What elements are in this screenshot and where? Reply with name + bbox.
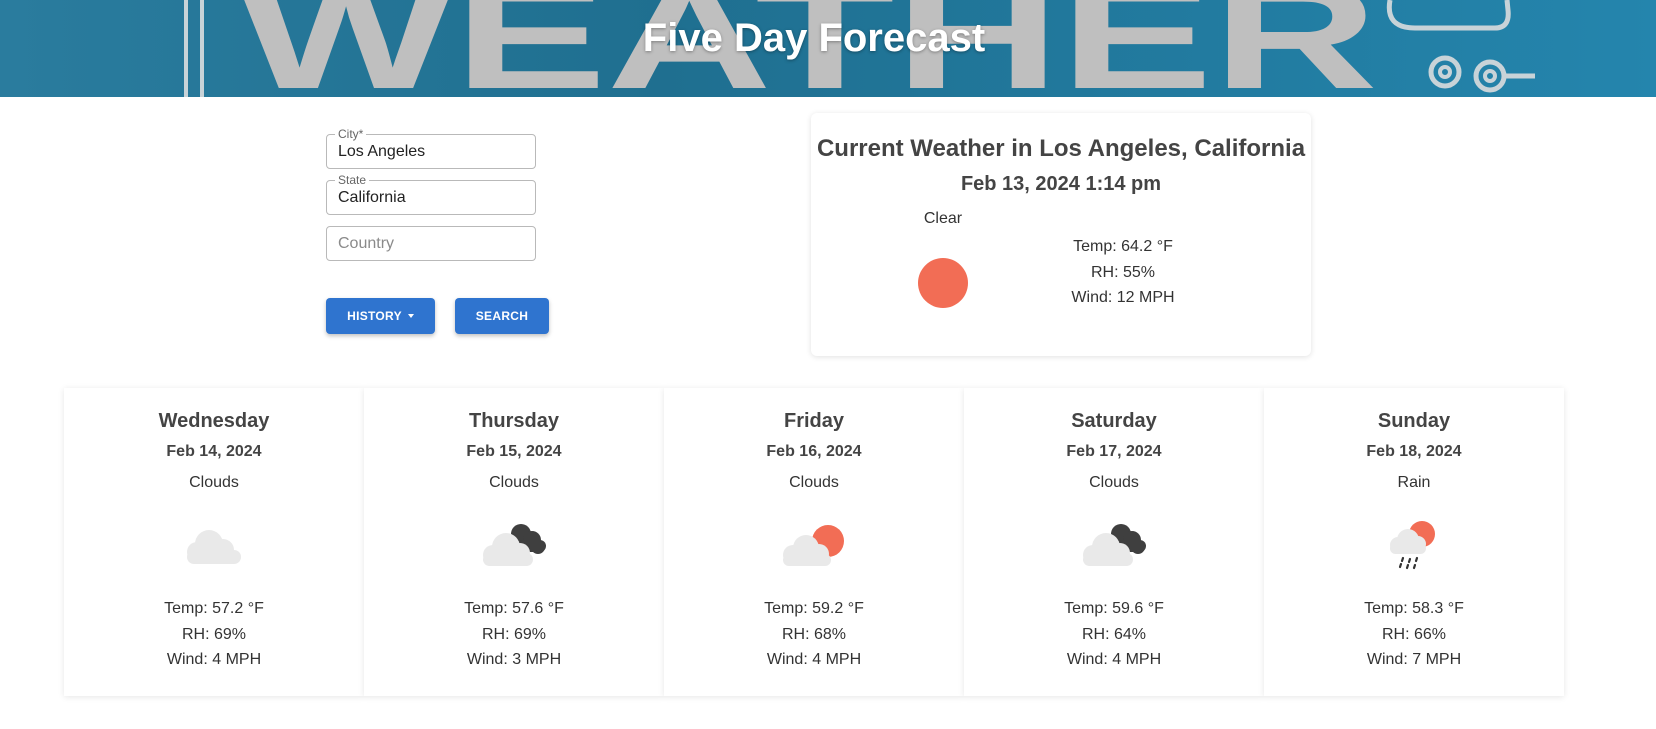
forecast-condition: Clouds xyxy=(789,474,839,491)
current-weather-datetime: Feb 13, 2024 1:14 pm xyxy=(960,173,1162,195)
forecast-card-sunday: Sunday Feb 18, 2024 Rain Temp: 58.3 °F R… xyxy=(1264,388,1564,696)
forecast-condition: Clouds xyxy=(1089,474,1139,491)
forecast-day: Wednesday xyxy=(158,410,270,432)
current-rh: RH: 55% xyxy=(1090,263,1156,281)
sun-icon xyxy=(918,258,968,308)
caret-down-icon xyxy=(407,314,414,318)
current-weather-card: Current Weather in Los Angeles, Californ… xyxy=(811,113,1311,356)
forecast-wind: Wind: 7 MPH xyxy=(1366,651,1462,668)
forecast-day: Friday xyxy=(783,410,845,432)
forecast-stats: Temp: 58.3 °F RH: 66% Wind: 7 MPH xyxy=(1264,596,1564,673)
forecast-date: Feb 17, 2024 xyxy=(1066,443,1162,460)
forecast-temp: Temp: 59.2 °F xyxy=(764,600,864,617)
forecast-day: Saturday xyxy=(1071,410,1157,432)
header-banner: WEATHER Five Day Forecast xyxy=(0,0,1656,97)
forecast-temp: Temp: 58.3 °F xyxy=(1364,600,1464,617)
country-field[interactable]: Country xyxy=(326,226,536,261)
forecast-stats: Temp: 57.2 °F RH: 69% Wind: 4 MPH xyxy=(64,596,364,673)
state-field[interactable]: State California xyxy=(326,173,536,215)
cloud-dark-clouds-icon xyxy=(483,524,546,566)
current-weather-title: Current Weather in Los Angeles, Californ… xyxy=(816,135,1306,162)
forecast-temp: Temp: 57.6 °F xyxy=(464,600,564,617)
forecast-stats: Temp: 59.6 °F RH: 64% Wind: 4 MPH xyxy=(964,596,1264,673)
city-input-value[interactable]: Los Angeles xyxy=(338,135,425,168)
forecast-wind: Wind: 4 MPH xyxy=(1066,651,1162,668)
forecast-date: Feb 14, 2024 xyxy=(166,443,262,460)
current-weather-condition: Clear xyxy=(923,210,963,227)
state-input-value[interactable]: California xyxy=(338,181,406,214)
forecast-rh: RH: 66% xyxy=(1381,625,1447,643)
forecast-card-friday: Friday Feb 16, 2024 Clouds Temp: 59.2 °F… xyxy=(664,388,964,696)
forecast-date: Feb 16, 2024 xyxy=(766,443,862,460)
forecast-condition: Clouds xyxy=(189,474,239,491)
cloud-dark-clouds-icon xyxy=(1083,524,1146,566)
current-temp: Temp: 64.2 °F xyxy=(1073,238,1173,255)
forecast-condition: Clouds xyxy=(489,474,539,491)
forecast-rh: RH: 64% xyxy=(1081,625,1147,643)
cloud-sun-icon xyxy=(783,525,844,566)
forecast-day: Thursday xyxy=(468,410,560,432)
forecast-date: Feb 18, 2024 xyxy=(1366,443,1462,460)
forecast-rh: RH: 69% xyxy=(481,625,547,643)
city-field[interactable]: City* Los Angeles xyxy=(326,127,536,169)
search-button[interactable]: SEARCH xyxy=(455,298,549,334)
rain-sun-icon xyxy=(1390,521,1435,570)
forecast-rh: RH: 69% xyxy=(181,625,247,643)
forecast-stats: Temp: 57.6 °F RH: 69% Wind: 3 MPH xyxy=(364,596,664,673)
forecast-card-thursday: Thursday Feb 15, 2024 Clouds Temp: 57.6 … xyxy=(364,388,664,696)
forecast-row: Wednesday Feb 14, 2024 Clouds Temp: 57.2… xyxy=(64,388,1564,696)
forecast-card-wednesday: Wednesday Feb 14, 2024 Clouds Temp: 57.2… xyxy=(64,388,364,696)
page-title: Five Day Forecast xyxy=(642,15,986,60)
forecast-condition: Rain xyxy=(1397,474,1431,491)
current-weather-stats: Temp: 64.2 °F RH: 55% Wind: 12 MPH xyxy=(1051,234,1195,311)
country-input-placeholder[interactable]: Country xyxy=(338,227,394,260)
current-wind: Wind: 12 MPH xyxy=(1071,289,1175,306)
forecast-date: Feb 15, 2024 xyxy=(466,443,562,460)
forecast-temp: Temp: 59.6 °F xyxy=(1064,600,1164,617)
forecast-card-saturday: Saturday Feb 17, 2024 Clouds Temp: 59.6 … xyxy=(964,388,1264,696)
history-button[interactable]: HISTORY xyxy=(326,298,435,334)
cloud-icon xyxy=(187,530,241,564)
forecast-temp: Temp: 57.2 °F xyxy=(164,600,264,617)
search-button-label: SEARCH xyxy=(475,309,529,323)
forecast-stats: Temp: 59.2 °F RH: 68% Wind: 4 MPH xyxy=(664,596,964,673)
forecast-day: Sunday xyxy=(1377,410,1451,432)
forecast-wind: Wind: 3 MPH xyxy=(466,651,562,668)
forecast-rh: RH: 68% xyxy=(781,625,847,643)
forecast-wind: Wind: 4 MPH xyxy=(766,651,862,668)
history-button-label: HISTORY xyxy=(347,309,402,323)
forecast-wind: Wind: 4 MPH xyxy=(166,651,262,668)
